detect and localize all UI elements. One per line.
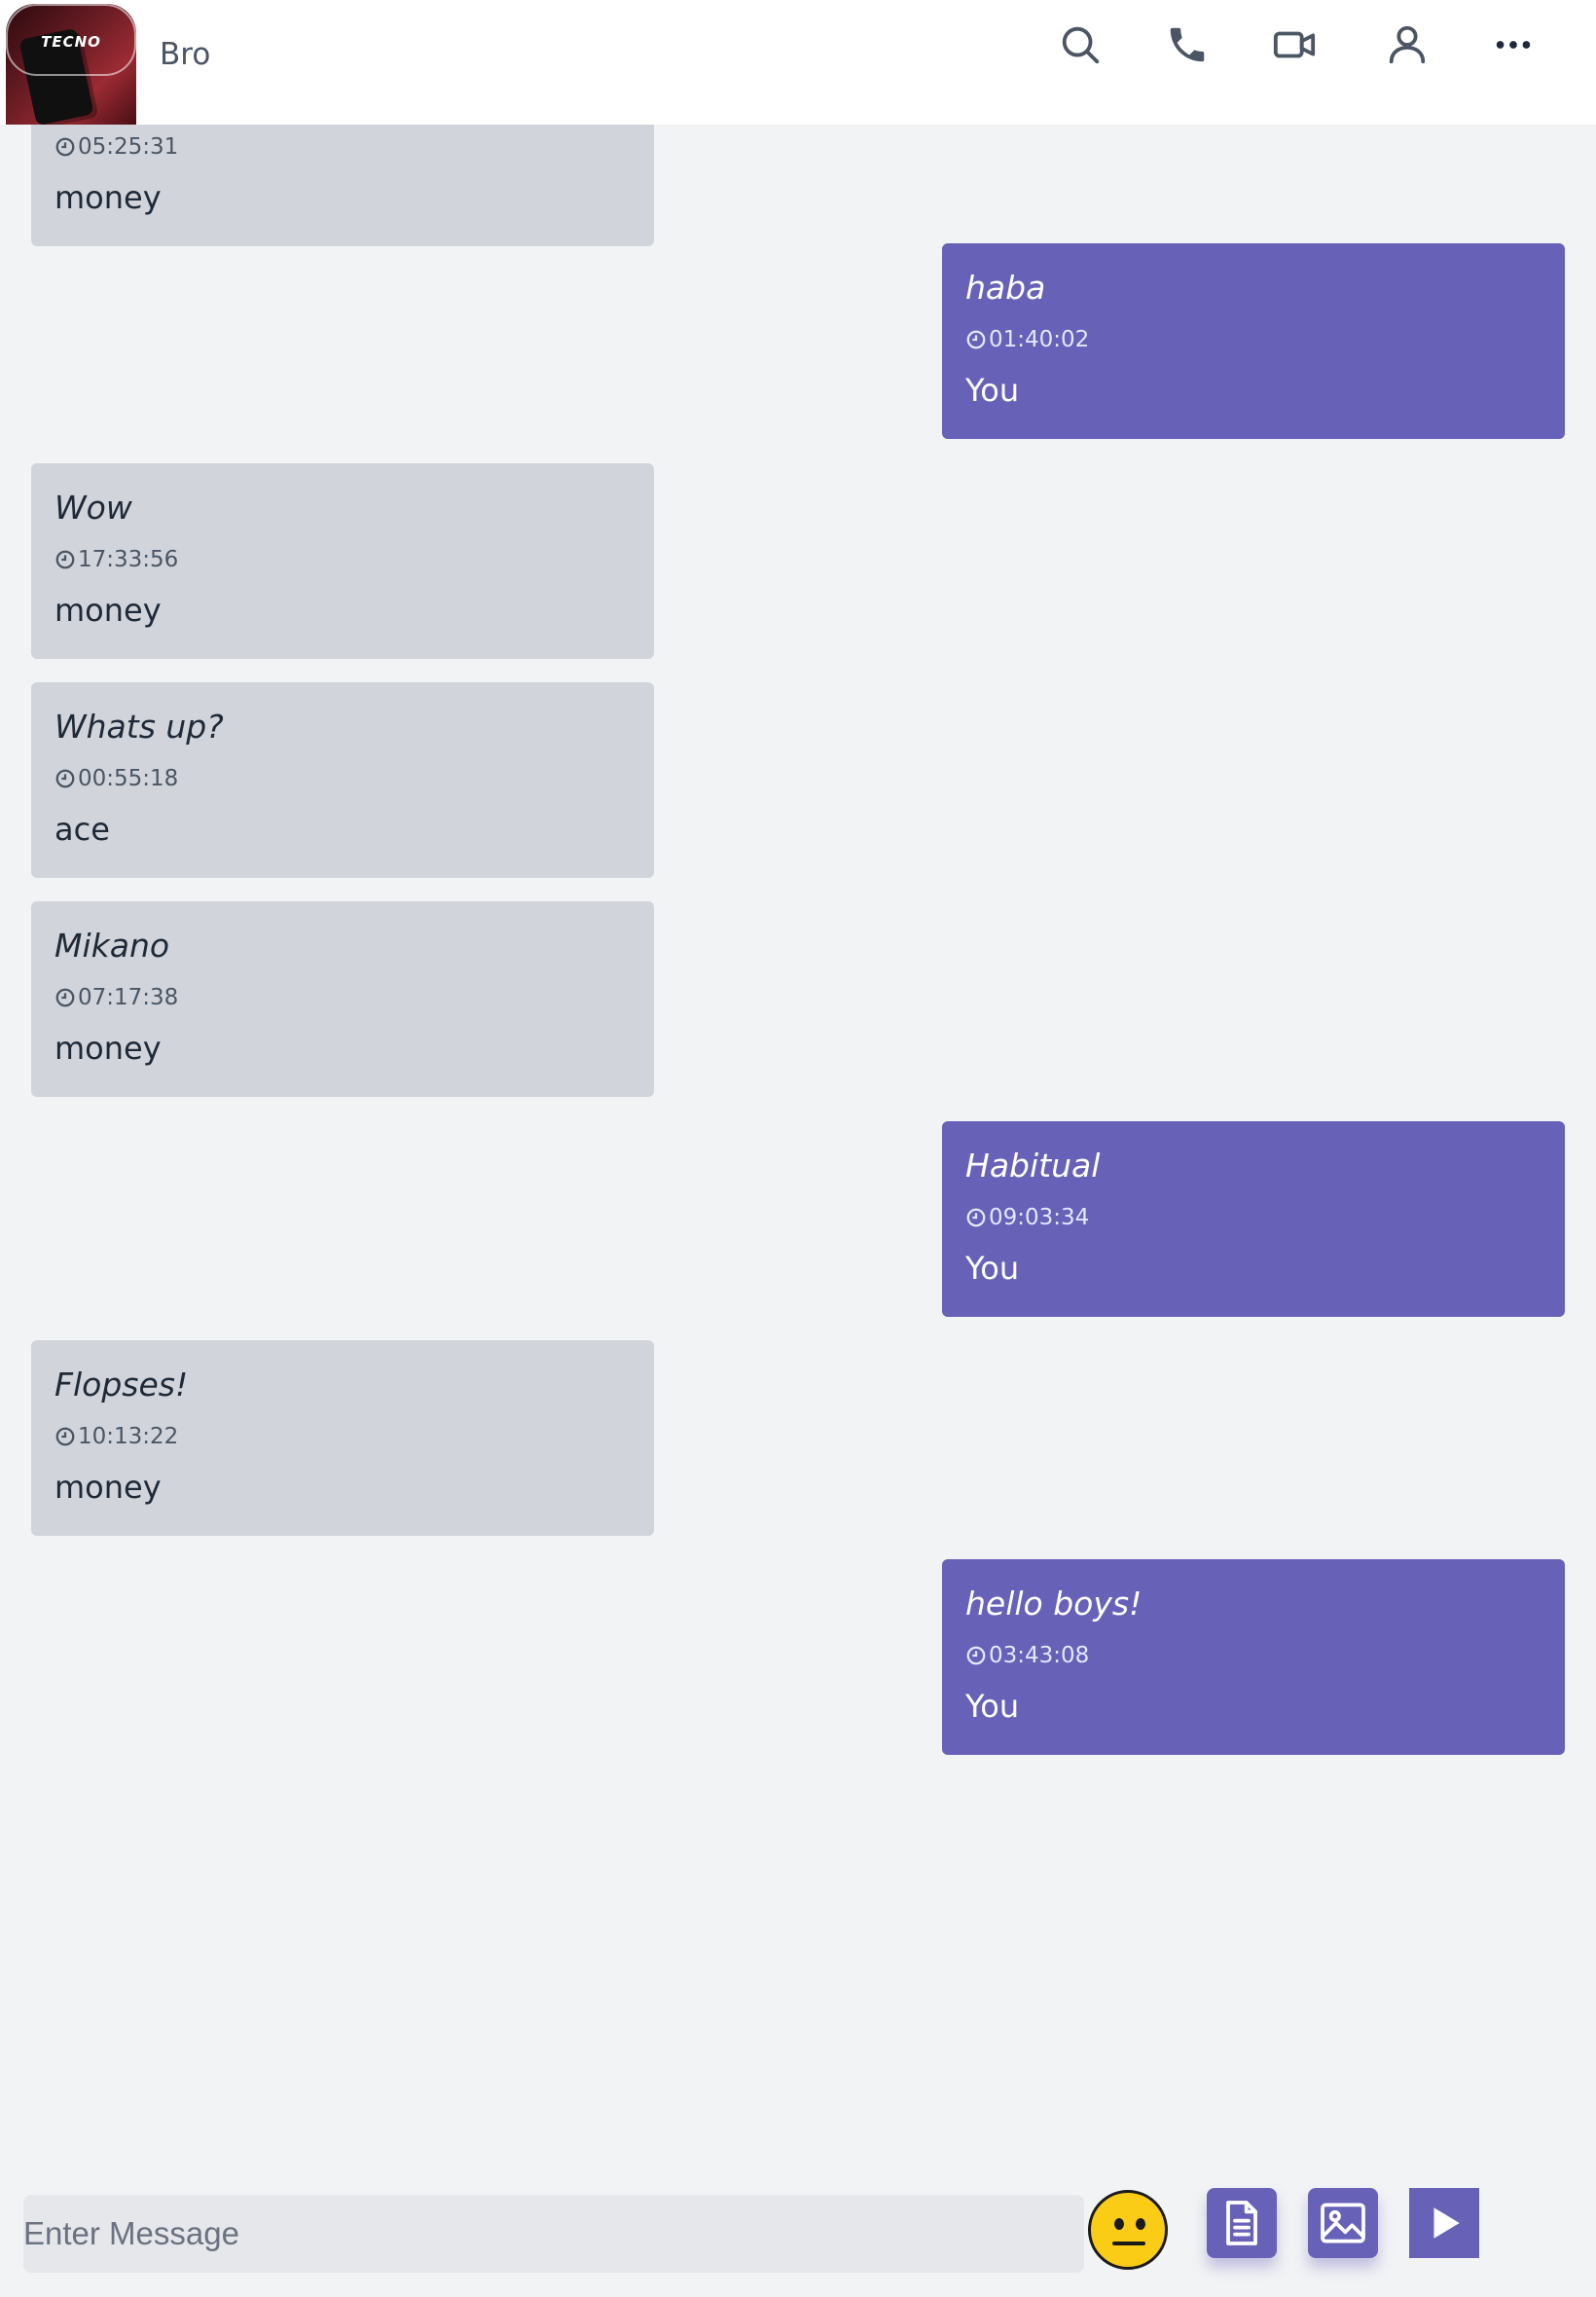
message-text: Wow — [54, 489, 132, 527]
clock-icon — [55, 1427, 75, 1446]
message-time: 01:40:02 — [965, 327, 1089, 352]
message-input[interactable] — [23, 2195, 1084, 2273]
message-text: hello boys! — [965, 1585, 1143, 1622]
message-text: Mikano — [54, 927, 170, 965]
message-text: Whats up? — [54, 708, 224, 746]
emoji-icon[interactable] — [1088, 2190, 1168, 2270]
avatar-brand-logo: TECNO — [41, 33, 101, 51]
user-icon[interactable] — [1380, 18, 1434, 72]
image-icon[interactable] — [1308, 2188, 1378, 2258]
emoji-eye-left — [1114, 2218, 1124, 2230]
clock-icon — [55, 769, 75, 788]
message-sender: You — [965, 1688, 1020, 1725]
clock-icon — [55, 988, 75, 1007]
more-icon[interactable] — [1486, 18, 1541, 72]
message-sender: You — [965, 372, 1020, 409]
chat-header: TECNO Bro — [0, 0, 1596, 125]
message-list[interactable]: 05:25:31 money haba 01:40:02 You Wow 17:… — [0, 125, 1596, 2169]
message-time: 17:33:56 — [54, 547, 178, 572]
message-time: 07:17:38 — [54, 985, 178, 1010]
message-sender: money — [54, 1030, 162, 1067]
message-text: haba — [965, 269, 1046, 307]
document-icon[interactable] — [1207, 2188, 1277, 2258]
emoji-mouth — [1112, 2242, 1145, 2245]
message-bubble-incoming[interactable]: Flopses! 10:13:22 money — [31, 1340, 654, 1536]
message-sender: ace — [54, 811, 110, 848]
message-bubble-incoming[interactable]: 05:25:31 money — [31, 125, 654, 246]
message-bubble-outgoing[interactable]: Habitual 09:03:34 You — [942, 1121, 1565, 1317]
message-sender: money — [54, 179, 162, 216]
clock-icon — [55, 137, 75, 157]
message-time: 03:43:08 — [965, 1643, 1089, 1668]
send-icon[interactable] — [1409, 2188, 1479, 2258]
message-time: 09:03:34 — [965, 1205, 1089, 1230]
phone-icon[interactable] — [1160, 18, 1215, 72]
message-composer — [0, 2169, 1596, 2297]
message-sender: money — [54, 1469, 162, 1506]
video-icon[interactable] — [1267, 18, 1322, 72]
message-bubble-incoming[interactable]: Mikano 07:17:38 money — [31, 901, 654, 1097]
message-time-value: 17:33:56 — [78, 547, 179, 572]
message-time: 05:25:31 — [54, 134, 178, 160]
emoji-eye-right — [1136, 2218, 1145, 2230]
message-bubble-outgoing[interactable]: haba 01:40:02 You — [942, 243, 1565, 439]
message-text: Habitual — [965, 1147, 1101, 1185]
message-sender: money — [54, 592, 162, 629]
search-icon[interactable] — [1053, 18, 1107, 72]
clock-icon — [966, 330, 986, 349]
message-time-value: 05:25:31 — [78, 134, 179, 160]
message-time-value: 10:13:22 — [78, 1424, 179, 1449]
message-time-value: 07:17:38 — [78, 985, 179, 1010]
avatar[interactable]: TECNO — [6, 4, 136, 125]
clock-icon — [966, 1208, 986, 1227]
clock-icon — [55, 550, 75, 569]
message-time: 00:55:18 — [54, 766, 178, 791]
contact-name[interactable]: Bro — [160, 37, 210, 72]
message-text: Flopses! — [54, 1366, 189, 1404]
message-bubble-incoming[interactable]: Whats up? 00:55:18 ace — [31, 682, 654, 878]
message-time-value: 09:03:34 — [989, 1205, 1090, 1230]
message-bubble-outgoing[interactable]: hello boys! 03:43:08 You — [942, 1559, 1565, 1755]
clock-icon — [966, 1646, 986, 1665]
message-time-value: 03:43:08 — [989, 1643, 1090, 1668]
message-bubble-incoming[interactable]: Wow 17:33:56 money — [31, 463, 654, 659]
message-time-value: 00:55:18 — [78, 766, 179, 791]
message-sender: You — [965, 1250, 1020, 1287]
message-time: 10:13:22 — [54, 1424, 178, 1449]
message-time-value: 01:40:02 — [989, 327, 1090, 352]
